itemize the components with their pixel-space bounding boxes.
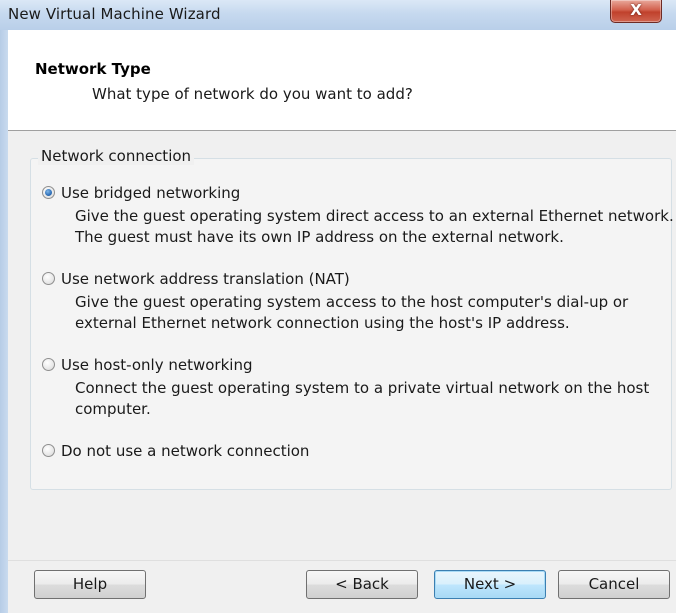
option-no-network-label[interactable]: Do not use a network connection (61, 442, 309, 460)
page-subtitle: What type of network do you want to add? (92, 85, 413, 103)
radio-bridged[interactable] (42, 186, 55, 199)
title-bar[interactable]: New Virtual Machine Wizard X (0, 0, 676, 30)
close-button[interactable]: X (610, 0, 662, 23)
close-icon: X (630, 1, 642, 19)
option-nat-desc: Give the guest operating system access t… (75, 293, 629, 332)
wizard-window: New Virtual Machine Wizard X Network Typ… (0, 0, 676, 613)
footer-separator (8, 560, 676, 561)
page-title: Network Type (35, 60, 151, 78)
option-bridged-desc: Give the guest operating system direct a… (75, 207, 674, 246)
radio-nat[interactable] (42, 272, 55, 285)
help-button[interactable]: Help (34, 570, 146, 599)
option-host-only-label[interactable]: Use host-only networking (61, 356, 252, 374)
wizard-body: Network connection Use bridged networkin… (8, 132, 676, 613)
option-bridged-label[interactable]: Use bridged networking (61, 184, 240, 202)
back-button[interactable]: < Back (306, 570, 418, 599)
next-button[interactable]: Next > (434, 570, 546, 599)
group-label: Network connection (38, 147, 195, 165)
wizard-header: Network Type What type of network do you… (8, 30, 676, 131)
radio-host-only[interactable] (42, 358, 55, 371)
radio-no-network[interactable] (42, 444, 55, 457)
option-host-only-desc: Connect the guest operating system to a … (75, 379, 650, 418)
cancel-button[interactable]: Cancel (558, 570, 670, 599)
option-nat-label[interactable]: Use network address translation (NAT) (61, 270, 350, 288)
window-title: New Virtual Machine Wizard (8, 5, 221, 23)
window-frame-left (0, 30, 8, 613)
